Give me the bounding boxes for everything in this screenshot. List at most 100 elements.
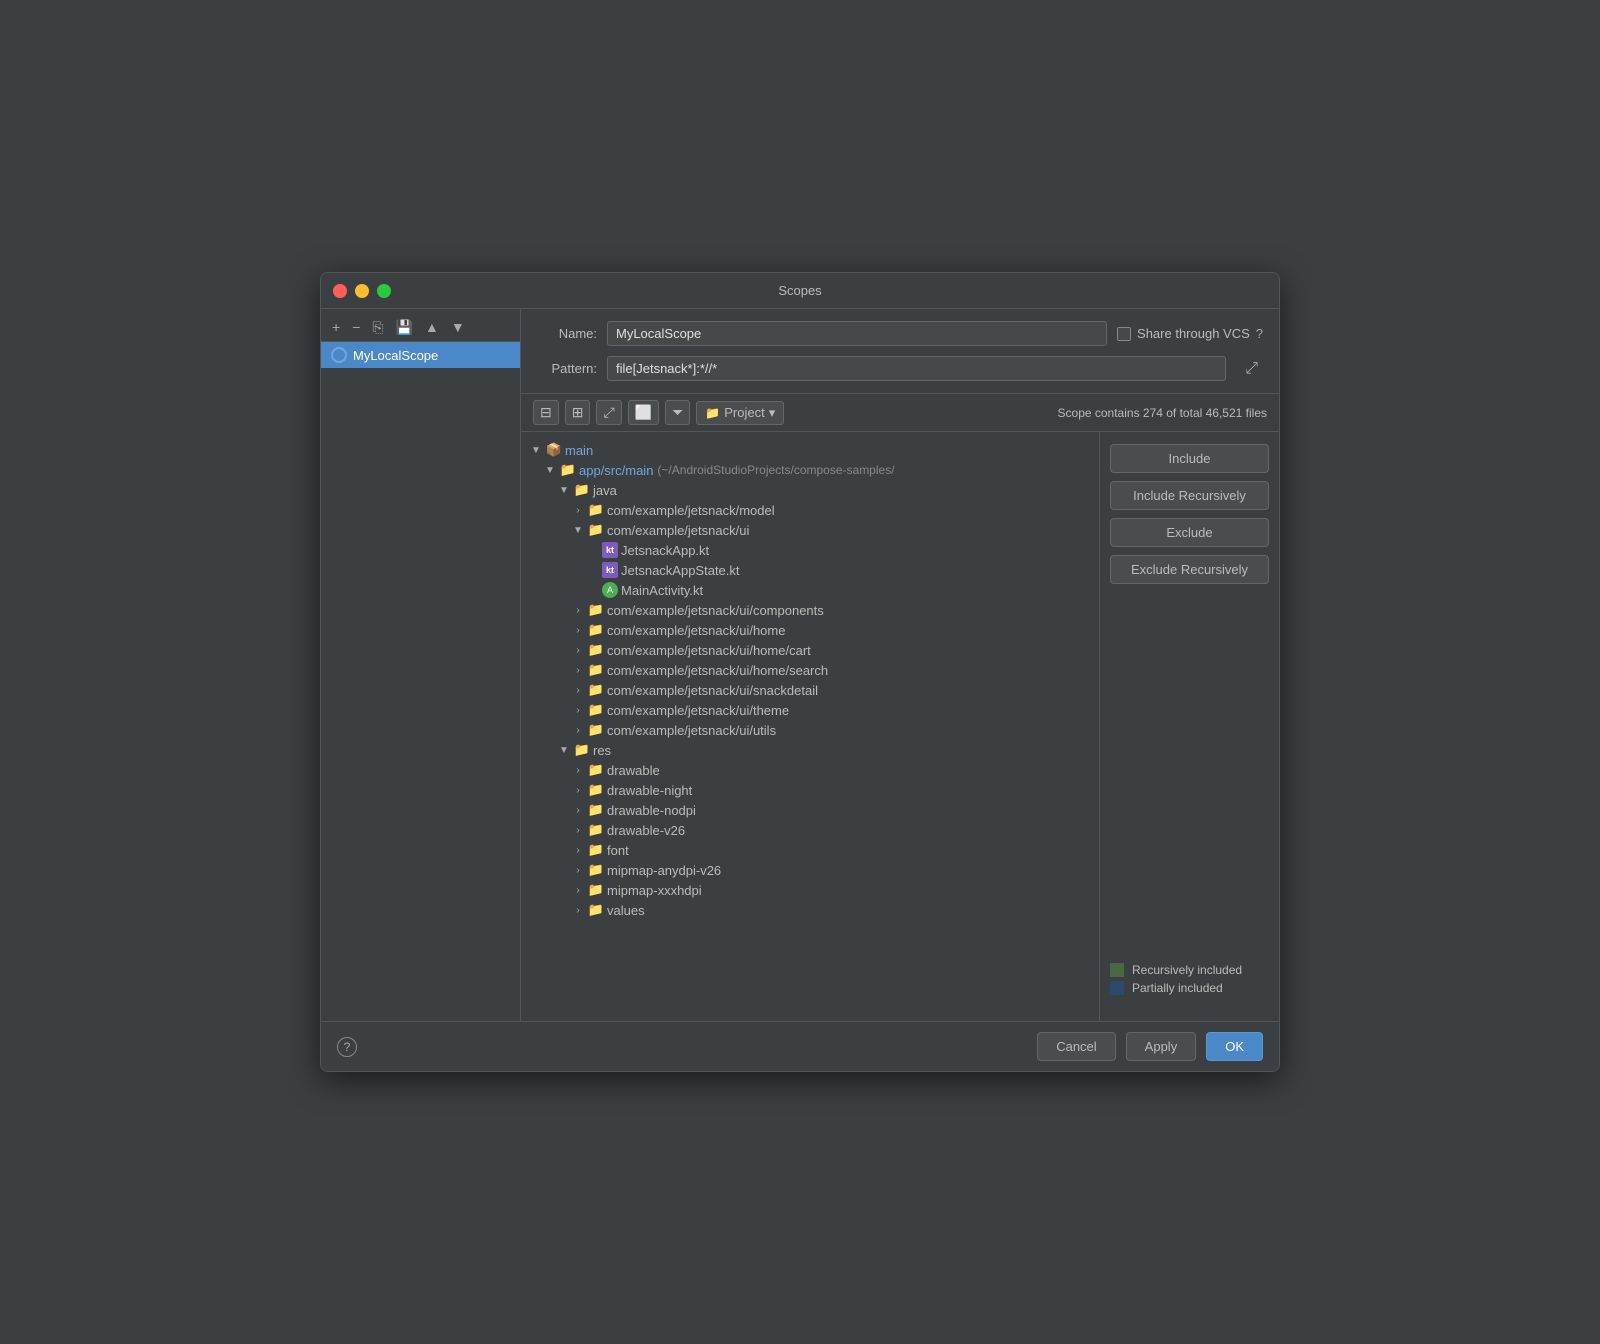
tree-node-drawable-nodpi[interactable]: › 📁 drawable-nodpi: [521, 800, 1099, 820]
window-controls: [333, 284, 391, 298]
content-area: ▼ 📦 main ▼ 📁 app/src/main (~/AndroidStud…: [521, 432, 1279, 1021]
remove-scope-button[interactable]: −: [347, 317, 365, 337]
collapse-all-button[interactable]: ⊟: [533, 400, 559, 425]
folder-snackdetail-icon: 📁: [588, 682, 604, 698]
chevron-home-icon: ›: [571, 625, 585, 636]
chevron-drawable-v26-icon: ›: [571, 825, 585, 836]
close-button[interactable]: [333, 284, 347, 298]
exclude-recursively-button[interactable]: Exclude Recursively: [1110, 555, 1269, 584]
scroll-to-button[interactable]: ⤢: [596, 400, 621, 425]
tree-node-mipmap-anydpi[interactable]: › 📁 mipmap-anydpi-v26: [521, 860, 1099, 880]
main-content: Name: Share through VCS ? Pattern: ⤢ ⊟: [521, 309, 1279, 1021]
tree-node-model[interactable]: › 📁 com/example/jetsnack/model: [521, 500, 1099, 520]
recursively-included-label: Recursively included: [1132, 963, 1242, 977]
chevron-font-icon: ›: [571, 845, 585, 856]
node-name-drawable: drawable: [607, 763, 660, 778]
include-button[interactable]: Include: [1110, 444, 1269, 473]
minimize-button[interactable]: [355, 284, 369, 298]
tree-node-ui[interactable]: ▼ 📁 com/example/jetsnack/ui: [521, 520, 1099, 540]
save-scope-button[interactable]: 💾: [391, 317, 418, 337]
chevron-res-icon: ▼: [557, 745, 571, 756]
scope-item-label: MyLocalScope: [353, 348, 438, 363]
node-name-snackdetail: com/example/jetsnack/ui/snackdetail: [607, 683, 818, 698]
exclude-button[interactable]: Exclude: [1110, 518, 1269, 547]
node-name-components: com/example/jetsnack/ui/components: [607, 603, 824, 618]
tree-node-components[interactable]: › 📁 com/example/jetsnack/ui/components: [521, 600, 1099, 620]
tree-node-values[interactable]: › 📁 values: [521, 900, 1099, 920]
activity-file-icon: A: [602, 582, 618, 598]
folder-model-icon: 📁: [588, 502, 604, 518]
include-recursively-button[interactable]: Include Recursively: [1110, 481, 1269, 510]
project-dropdown[interactable]: 📁 Project ▾: [696, 401, 784, 425]
filter-button[interactable]: ⏷: [665, 400, 690, 425]
tree-node-utils[interactable]: › 📁 com/example/jetsnack/ui/utils: [521, 720, 1099, 740]
node-name-utils: com/example/jetsnack/ui/utils: [607, 723, 776, 738]
share-vcs-help-icon[interactable]: ?: [1256, 326, 1263, 341]
file-tree[interactable]: ▼ 📦 main ▼ 📁 app/src/main (~/AndroidStud…: [521, 432, 1099, 1021]
tree-node-search[interactable]: › 📁 com/example/jetsnack/ui/home/search: [521, 660, 1099, 680]
folder-mipmap-xxxhdpi-icon: 📁: [588, 882, 604, 898]
folder-utils-icon: 📁: [588, 722, 604, 738]
tree-node-main[interactable]: ▼ 📦 main: [521, 440, 1099, 460]
chevron-search-icon: ›: [571, 665, 585, 676]
share-vcs-checkbox[interactable]: [1117, 327, 1131, 341]
node-name-search: com/example/jetsnack/ui/home/search: [607, 663, 828, 678]
node-name-ui: com/example/jetsnack/ui: [607, 523, 749, 538]
tree-node-theme[interactable]: › 📁 com/example/jetsnack/ui/theme: [521, 700, 1099, 720]
node-name-theme: com/example/jetsnack/ui/theme: [607, 703, 789, 718]
node-name-model: com/example/jetsnack/model: [607, 503, 775, 518]
expand-pattern-button[interactable]: ⤢: [1240, 358, 1263, 380]
sidebar-toolbar: + − ⎘ 💾 ▲ ▼: [321, 313, 520, 342]
chevron-main-icon: ▼: [529, 445, 543, 456]
tree-node-mipmap-xxxhdpi[interactable]: › 📁 mipmap-xxxhdpi: [521, 880, 1099, 900]
tree-node-drawable[interactable]: › 📁 drawable: [521, 760, 1099, 780]
up-scope-button[interactable]: ▲: [420, 317, 444, 337]
folder-drawable-night-icon: 📁: [588, 782, 604, 798]
chevron-utils-icon: ›: [571, 725, 585, 736]
node-name-values: values: [607, 903, 645, 918]
node-name-drawable-nodpi: drawable-nodpi: [607, 803, 696, 818]
pattern-input[interactable]: [607, 356, 1226, 381]
vcs-row: Share through VCS ?: [1117, 326, 1263, 341]
tree-node-appsrcmain[interactable]: ▼ 📁 app/src/main (~/AndroidStudioProject…: [521, 460, 1099, 480]
tree-node-cart[interactable]: › 📁 com/example/jetsnack/ui/home/cart: [521, 640, 1099, 660]
cancel-button[interactable]: Cancel: [1037, 1032, 1115, 1061]
node-name-jetsnackappstate: JetsnackAppState.kt: [621, 563, 740, 578]
tree-node-drawable-night[interactable]: › 📁 drawable-night: [521, 780, 1099, 800]
add-scope-button[interactable]: +: [327, 317, 345, 337]
tree-node-snackdetail[interactable]: › 📁 com/example/jetsnack/ui/snackdetail: [521, 680, 1099, 700]
expand-all-button[interactable]: ⊞: [565, 400, 591, 425]
tree-node-jetsnackappstate[interactable]: kt JetsnackAppState.kt: [521, 560, 1099, 580]
scope-item-mylocalscope[interactable]: MyLocalScope: [321, 342, 520, 368]
flatten-button[interactable]: ⬜: [628, 400, 659, 425]
tree-node-font[interactable]: › 📁 font: [521, 840, 1099, 860]
tree-node-res[interactable]: ▼ 📁 res: [521, 740, 1099, 760]
tree-node-java[interactable]: ▼ 📁 java: [521, 480, 1099, 500]
tree-node-drawable-v26[interactable]: › 📁 drawable-v26: [521, 820, 1099, 840]
tree-node-jetsnackapp[interactable]: kt JetsnackApp.kt: [521, 540, 1099, 560]
chevron-appsrcmain-icon: ▼: [543, 465, 557, 476]
node-name-appsrcmain: app/src/main: [579, 463, 653, 478]
title-bar: Scopes: [321, 273, 1279, 309]
chevron-drawable-night-icon: ›: [571, 785, 585, 796]
node-name-cart: com/example/jetsnack/ui/home/cart: [607, 643, 811, 658]
folder-java-icon: 📁: [574, 482, 590, 498]
tree-node-home[interactable]: › 📁 com/example/jetsnack/ui/home: [521, 620, 1099, 640]
ok-button[interactable]: OK: [1206, 1032, 1263, 1061]
folder-drawable-nodpi-icon: 📁: [588, 802, 604, 818]
maximize-button[interactable]: [377, 284, 391, 298]
partially-included-swatch: [1110, 981, 1124, 995]
tree-node-mainactivity[interactable]: A MainActivity.kt: [521, 580, 1099, 600]
partially-included-label: Partially included: [1132, 981, 1223, 995]
apply-button[interactable]: Apply: [1126, 1032, 1197, 1061]
copy-scope-button[interactable]: ⎘: [367, 317, 388, 337]
chevron-theme-icon: ›: [571, 705, 585, 716]
scopes-dialog: Scopes + − ⎘ 💾 ▲ ▼ MyLocalScope Name:: [320, 272, 1280, 1072]
folder-drawable-icon: 📁: [588, 762, 604, 778]
help-button[interactable]: ?: [337, 1037, 357, 1057]
name-input[interactable]: [607, 321, 1107, 346]
bottom-bar: ? Cancel Apply OK: [321, 1021, 1279, 1071]
down-scope-button[interactable]: ▼: [446, 317, 470, 337]
chevron-values-icon: ›: [571, 905, 585, 916]
legend-partially-included: Partially included: [1110, 981, 1269, 995]
